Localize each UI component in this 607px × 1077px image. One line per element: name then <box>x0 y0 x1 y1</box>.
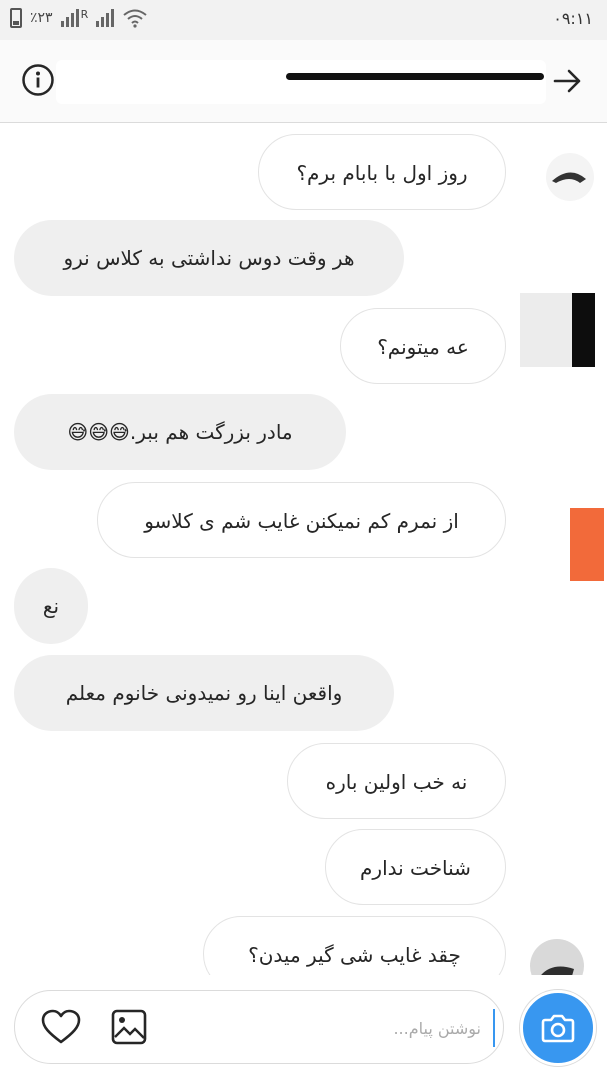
chat-header <box>0 40 607 123</box>
heart-icon[interactable] <box>41 1009 81 1045</box>
avatar[interactable] <box>546 153 594 201</box>
shared-image-fragment <box>520 293 607 367</box>
message-bubble[interactable]: چقد غایب شی گیر میدن؟ <box>203 916 506 975</box>
redaction-mark <box>286 73 544 80</box>
wifi-icon <box>123 9 147 28</box>
signal-icon-2 <box>96 9 115 27</box>
image-icon[interactable] <box>111 1009 147 1045</box>
message-bubble[interactable]: عه میتونم؟ <box>340 308 506 384</box>
battery-percent: ٪۲۳ <box>30 10 53 26</box>
message-bubble[interactable]: مادر بزرگت هم ببر.😅😅😅 <box>14 394 346 470</box>
message-bubble[interactable]: نه خب اولین باره <box>287 743 506 819</box>
battery-icon <box>10 8 22 28</box>
status-left: ٪۲۳ R <box>10 8 148 28</box>
message-bubble[interactable]: شناخت ندارم <box>325 829 506 905</box>
clock: ۰۹:۱۱ <box>553 9 593 28</box>
status-bar: ٪۲۳ R ۰۹:۱۱ <box>0 0 607 40</box>
camera-button[interactable] <box>520 990 596 1066</box>
arrow-right-icon[interactable] <box>550 64 584 98</box>
camera-icon <box>541 1014 575 1043</box>
message-bubble[interactable]: نع <box>14 568 88 644</box>
avatar[interactable] <box>530 939 584 975</box>
message-composer <box>14 990 504 1064</box>
redacted-username <box>56 60 546 104</box>
shared-image-fragment <box>570 508 604 581</box>
message-bubble[interactable]: هر وقت دوس نداشتی به کلاس نرو <box>14 220 404 296</box>
message-input[interactable] <box>165 1009 495 1047</box>
message-bubble[interactable]: از نمرم کم نمیکنن غایب شم ی کلاسو <box>97 482 506 558</box>
info-icon[interactable] <box>20 62 56 98</box>
message-bubble[interactable]: واقعن اینا رو نمیدونی خانوم معلم <box>14 655 394 731</box>
signal-icon <box>60 9 79 27</box>
message-thread[interactable]: روز اول با بابام برم؟ هر وقت دوس نداشتی … <box>0 123 607 975</box>
message-bubble[interactable]: روز اول با بابام برم؟ <box>258 134 506 210</box>
roaming-indicator: R <box>80 7 89 21</box>
